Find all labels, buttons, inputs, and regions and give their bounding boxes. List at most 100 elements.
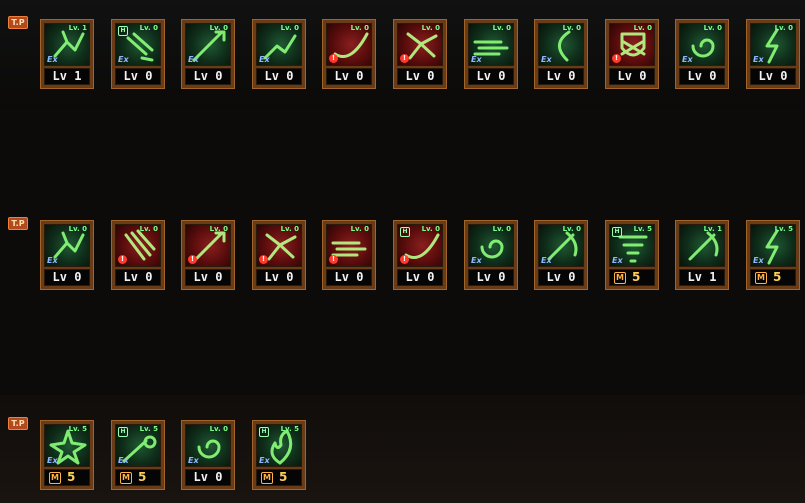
skill-level-tag: Lv. 5 xyxy=(280,425,299,433)
ex-mark-icon: Ex xyxy=(188,55,199,64)
warning-icon: ! xyxy=(400,54,409,63)
skill-slot[interactable]: Lv. 0! Lv 0 xyxy=(322,220,376,290)
skill-slot[interactable]: Lv. 0 Ex Lv 0 xyxy=(534,19,588,89)
slash-icon[interactable]: Lv. 0! xyxy=(326,23,372,66)
dash-icon[interactable]: Lv. 0! xyxy=(326,224,372,267)
skill-level-tag: Lv. 0 xyxy=(703,24,722,32)
skill-level: Lv 0 xyxy=(538,68,584,85)
skill-slot[interactable]: Lv. 0! Lv 0 xyxy=(322,19,376,89)
h-mark-icon: H xyxy=(118,427,128,437)
h-mark-icon: H xyxy=(400,227,410,237)
ex-mark-icon: Ex xyxy=(541,256,552,265)
shield-icon[interactable]: Lv. 0! xyxy=(609,23,655,66)
skill-level: Lv 0 xyxy=(185,269,231,286)
skill-slot[interactable]: Lv. 0! Lv 0 xyxy=(605,19,659,89)
star-icon[interactable]: Lv. 5 Ex xyxy=(44,424,90,467)
spear-icon[interactable]: Lv. 0! xyxy=(185,224,231,267)
burst-icon[interactable]: Lv. 0! xyxy=(397,23,443,66)
lightning-icon[interactable]: Lv. 0 Ex xyxy=(750,23,796,66)
mastery-points: M5 xyxy=(609,269,655,286)
kick-icon[interactable]: Lv. 0 Ex xyxy=(44,224,90,267)
skill-level-tag: Lv. 0 xyxy=(562,225,581,233)
slash-icon[interactable]: Lv. 0 H! xyxy=(397,224,443,267)
skill-slot[interactable]: Lv. 0! Lv 0 xyxy=(181,220,235,290)
warning-icon: ! xyxy=(329,54,338,63)
kick-icon[interactable]: Lv. 1 Ex xyxy=(44,23,90,66)
lightning-icon[interactable]: Lv. 5 Ex xyxy=(750,224,796,267)
ex-mark-icon: Ex xyxy=(47,456,58,465)
whirl-icon[interactable]: Lv. 0 Ex xyxy=(679,23,725,66)
skill-slot[interactable]: Lv. 0 Ex Lv 0 xyxy=(252,19,306,89)
warning-icon: ! xyxy=(118,255,127,264)
tornado-icon[interactable]: Lv. 5 H Ex xyxy=(609,224,655,267)
skill-slot[interactable]: Lv. 5 H Ex M 5 xyxy=(605,220,659,290)
claw-icon[interactable]: Lv. 0! xyxy=(115,224,161,267)
skill-level: Lv 0 xyxy=(468,68,514,85)
skill-slot[interactable]: Lv. 0 Ex Lv 0 xyxy=(746,19,800,89)
h-mark-icon: H xyxy=(259,427,269,437)
spear-icon[interactable]: Lv. 0 Ex xyxy=(185,23,231,66)
skill-level: Lv 0 xyxy=(256,68,302,85)
skill-slot[interactable]: Lv. 0 H Ex Lv 0 xyxy=(111,19,165,89)
skill-slot[interactable]: Lv. 0 Ex Lv 0 xyxy=(464,220,518,290)
mastery-value: 5 xyxy=(67,470,76,484)
skill-slot[interactable]: Lv. 0 Ex Lv 0 xyxy=(675,19,729,89)
skill-slot[interactable]: Lv. 0 Ex Lv 0 xyxy=(181,420,235,490)
skill-slot[interactable]: Lv. 5 H Ex M 5 xyxy=(111,420,165,490)
swing-icon[interactable]: Lv. 1 xyxy=(679,224,725,267)
skill-slot[interactable]: Lv. 0 Ex Lv 0 xyxy=(534,220,588,290)
skill-slot[interactable]: Lv. 5 H Ex M 5 xyxy=(252,420,306,490)
ex-mark-icon: Ex xyxy=(259,55,270,64)
flame-icon[interactable]: Lv. 5 H Ex xyxy=(256,424,302,467)
skill-level-tag: Lv. 0 xyxy=(139,24,158,32)
skill-slot[interactable]: Lv. 0 Ex Lv 0 xyxy=(181,19,235,89)
warning-icon: ! xyxy=(612,54,621,63)
skill-level-tag: Lv. 0 xyxy=(421,24,440,32)
skill-level: Lv 0 xyxy=(538,269,584,286)
ex-mark-icon: Ex xyxy=(541,55,552,64)
ex-mark-icon: Ex xyxy=(47,55,58,64)
skill-slot[interactable]: Lv. 0 Ex Lv 0 xyxy=(464,19,518,89)
skill-level-tag: Lv. 0 xyxy=(280,225,299,233)
skill-slot[interactable]: Lv. 1 Lv 1 xyxy=(675,220,729,290)
burst-icon[interactable]: Lv. 0! xyxy=(256,224,302,267)
skill-slot[interactable]: Lv. 0! Lv 0 xyxy=(252,220,306,290)
skill-slot[interactable]: Lv. 0 H! Lv 0 xyxy=(393,220,447,290)
skill-level-tag: Lv. 5 xyxy=(68,425,87,433)
skill-slot[interactable]: Lv. 0! Lv 0 xyxy=(393,19,447,89)
skill-level: Lv 0 xyxy=(750,68,796,85)
ex-mark-icon: Ex xyxy=(47,256,58,265)
skill-level-tag: Lv. 0 xyxy=(350,225,369,233)
skill-level: Lv 0 xyxy=(115,68,161,85)
mastery-points: M5 xyxy=(44,469,90,486)
skill-slot[interactable]: Lv. 0! Lv 0 xyxy=(111,220,165,290)
swing-icon[interactable]: Lv. 0 Ex xyxy=(538,224,584,267)
skill-level-tag: Lv. 0 xyxy=(209,225,228,233)
fist-icon[interactable]: Lv. 0 H Ex xyxy=(115,23,161,66)
ex-mark-icon: Ex xyxy=(188,456,199,465)
ex-mark-icon: Ex xyxy=(753,256,764,265)
skill-level-tag: Lv. 0 xyxy=(209,425,228,433)
ex-mark-icon: Ex xyxy=(471,55,482,64)
skill-slot[interactable]: Lv. 5 Ex M 5 xyxy=(40,420,94,490)
crescent-icon[interactable]: Lv. 0 Ex xyxy=(538,23,584,66)
mastery-icon: M xyxy=(614,272,626,284)
skill-level-tag: Lv. 0 xyxy=(774,24,793,32)
skill-slot[interactable]: Lv. 1 Ex Lv 1 xyxy=(40,19,94,89)
dash-icon[interactable]: Lv. 0 Ex xyxy=(468,23,514,66)
comet-icon[interactable]: Lv. 5 H Ex xyxy=(115,424,161,467)
tp-badge: T.P xyxy=(8,417,28,430)
skill-level: Lv 0 xyxy=(609,68,655,85)
skill-level-tag: Lv. 0 xyxy=(68,225,87,233)
skill-level: Lv 0 xyxy=(679,68,725,85)
tp-badge: T.P xyxy=(8,16,28,29)
whirl-icon[interactable]: Lv. 0 Ex xyxy=(468,224,514,267)
strike-icon[interactable]: Lv. 0 Ex xyxy=(256,23,302,66)
skill-slot[interactable]: Lv. 0 Ex Lv 0 xyxy=(40,220,94,290)
warning-icon: ! xyxy=(188,255,197,264)
whirl-icon[interactable]: Lv. 0 Ex xyxy=(185,424,231,467)
skill-slot[interactable]: Lv. 5 Ex M 5 xyxy=(746,220,800,290)
skill-level: Lv 0 xyxy=(468,269,514,286)
mastery-icon: M xyxy=(49,472,61,484)
skill-level-tag: Lv. 0 xyxy=(633,24,652,32)
